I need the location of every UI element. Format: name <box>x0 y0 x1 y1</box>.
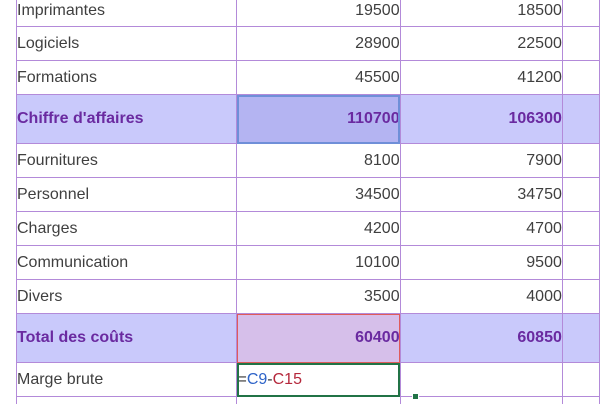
spreadsheet-grid: Imprimantes 19500 18500 Logiciels 28900 … <box>15 0 600 404</box>
value-cell-d[interactable]: 41200 <box>399 60 563 95</box>
value-cell-d[interactable]: 4000 <box>399 279 563 314</box>
value-cell-c[interactable]: 10100 <box>236 245 401 280</box>
empty-cell[interactable] <box>561 279 600 314</box>
empty-cell[interactable] <box>561 396 600 404</box>
value-cell-d[interactable]: 7900 <box>399 143 563 178</box>
row-label-cell[interactable]: Charges <box>15 211 238 246</box>
row-label-cell[interactable]: Total des coûts <box>15 313 238 363</box>
referenced-cell-c9[interactable]: 110700 <box>236 94 401 144</box>
table-row <box>15 396 600 404</box>
value-cell-d[interactable]: 60850 <box>399 313 563 363</box>
empty-cell[interactable] <box>15 396 238 404</box>
empty-cell[interactable] <box>561 362 600 397</box>
table-row: Charges 4200 4700 <box>15 211 600 246</box>
row-label-cell[interactable]: Imprimantes <box>15 0 238 27</box>
empty-cell[interactable] <box>561 0 600 27</box>
table-row: Personnel 34500 34750 <box>15 177 600 212</box>
empty-cell[interactable] <box>561 245 600 280</box>
empty-cell[interactable] <box>399 362 563 397</box>
value-cell-c[interactable]: 4200 <box>236 211 401 246</box>
row-label-cell[interactable]: Communication <box>15 245 238 280</box>
formula-edit-cell[interactable]: =C9-C15 <box>236 362 401 397</box>
table-row: Communication 10100 9500 <box>15 245 600 280</box>
empty-cell[interactable] <box>236 396 401 404</box>
formula-equals: = <box>237 370 247 388</box>
value-cell-c[interactable]: 8100 <box>236 143 401 178</box>
summary-row-revenue: Chiffre d'affaires 110700 106300 <box>15 94 600 144</box>
table-row: Marge brute =C9-C15 <box>15 362 600 397</box>
row-label-cell[interactable]: Fournitures <box>15 143 238 178</box>
empty-cell[interactable] <box>561 26 600 61</box>
value-cell-d[interactable]: 4700 <box>399 211 563 246</box>
empty-cell[interactable] <box>561 94 600 144</box>
summary-row-costs: Total des coûts 60400 60850 <box>15 313 600 363</box>
value-cell-c[interactable]: 19500 <box>236 0 401 27</box>
value-cell-d[interactable]: 22500 <box>399 26 563 61</box>
table-row: Fournitures 8100 7900 <box>15 143 600 178</box>
table-row: Divers 3500 4000 <box>15 279 600 314</box>
empty-cell[interactable] <box>561 60 600 95</box>
value-cell-d[interactable]: 34750 <box>399 177 563 212</box>
value-cell-c[interactable]: 34500 <box>236 177 401 212</box>
table-row: Logiciels 28900 22500 <box>15 26 600 61</box>
formula-ref-c9: C9 <box>246 370 268 388</box>
empty-cell[interactable] <box>399 396 563 404</box>
empty-cell[interactable] <box>561 313 600 363</box>
row-label-cell[interactable]: Chiffre d'affaires <box>15 94 238 144</box>
row-label-cell[interactable]: Personnel <box>15 177 238 212</box>
table-row: Imprimantes 19500 18500 <box>15 0 600 27</box>
value-cell-c[interactable]: 3500 <box>236 279 401 314</box>
value-cell-d[interactable]: 106300 <box>399 94 563 144</box>
row-label-cell[interactable]: Formations <box>15 60 238 95</box>
formula-ref-c15: C15 <box>272 370 302 388</box>
empty-cell[interactable] <box>561 143 600 178</box>
value-cell-d[interactable]: 9500 <box>399 245 563 280</box>
referenced-cell-c15[interactable]: 60400 <box>236 313 401 363</box>
empty-cell[interactable] <box>561 177 600 212</box>
value-cell-d[interactable]: 18500 <box>399 0 563 27</box>
row-label-cell[interactable]: Logiciels <box>15 26 238 61</box>
empty-cell[interactable] <box>561 211 600 246</box>
value-cell-c[interactable]: 45500 <box>236 60 401 95</box>
spreadsheet-view: Imprimantes 19500 18500 Logiciels 28900 … <box>0 0 600 404</box>
table-row: Formations 45500 41200 <box>15 60 600 95</box>
row-label-cell[interactable]: Divers <box>15 279 238 314</box>
fill-handle[interactable] <box>412 393 419 400</box>
row-label-cell[interactable]: Marge brute <box>15 362 238 397</box>
value-cell-c[interactable]: 28900 <box>236 26 401 61</box>
